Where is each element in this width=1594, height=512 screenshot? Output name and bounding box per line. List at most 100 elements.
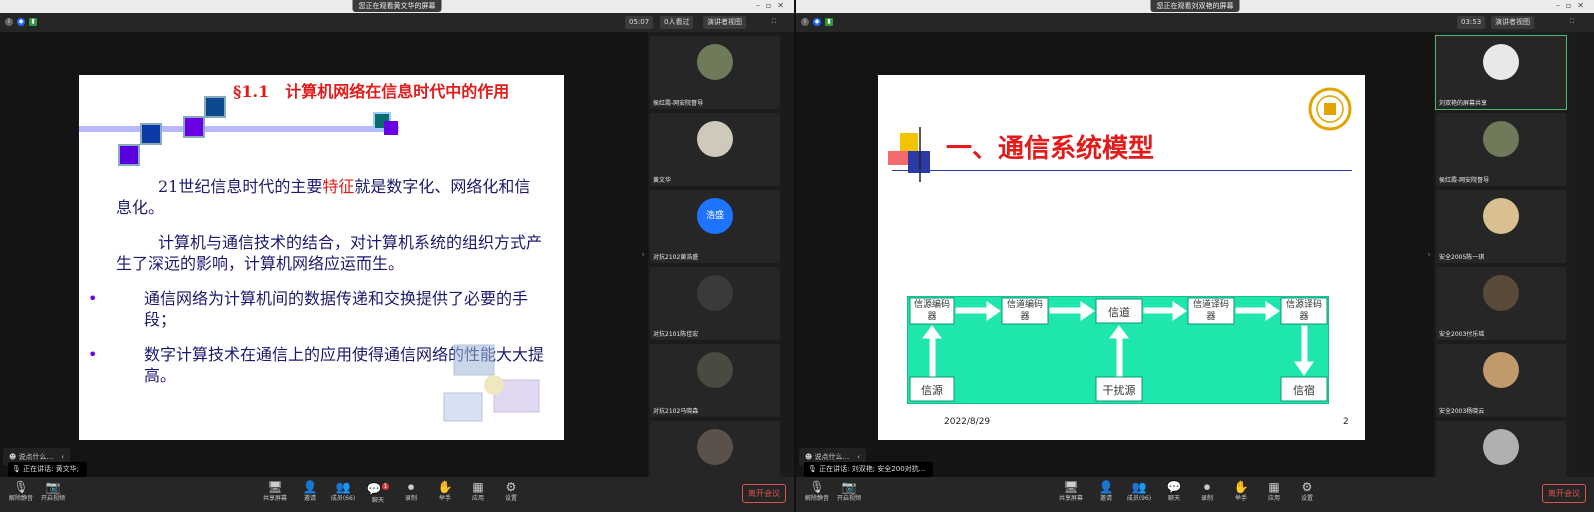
mic-button[interactable]: 🎙 解除静音: [804, 480, 830, 503]
shield-icon[interactable]: ◆: [813, 18, 821, 26]
raise-hand-button[interactable]: ✋ 举手: [1228, 480, 1254, 503]
members-button[interactable]: 👥 成员(96): [1126, 480, 1152, 503]
info-icon[interactable]: i: [801, 18, 809, 26]
participant-tile[interactable]: 安全2003杨晓云: [1436, 344, 1566, 417]
paragraph-1-highlight: 特征: [322, 177, 355, 196]
avatar: [1483, 352, 1519, 388]
gear-button[interactable]: ⚙ 设置: [498, 480, 524, 503]
collapse-icon[interactable]: ‹: [857, 453, 860, 461]
info-icon[interactable]: i: [5, 18, 13, 26]
mic-icon: 🎙: [809, 480, 825, 494]
box-destination: 信宿: [1293, 384, 1315, 397]
camera-icon: 📷: [45, 480, 61, 494]
toolbar-label: 成员(96): [1126, 495, 1152, 502]
participant-name: 黄文华: [653, 177, 672, 184]
toolbar-label: 录制: [404, 495, 417, 502]
collapse-icon[interactable]: ‹: [61, 453, 64, 461]
bottom-toolbar: 离开会议 🎙 解除静音 📷 开启视频 🖥 共享屏幕 👤 邀请 👥 成员(96) 💬 聊天 ⏺ 录制 ✋ 举手 ▦…: [796, 477, 1594, 512]
chat-icon: 💬 1: [366, 482, 390, 496]
shield-icon[interactable]: ◆: [17, 18, 25, 26]
camera-button[interactable]: 📷 开启视频: [40, 480, 66, 503]
paragraph-2: 计算机与通信技术的结合，对计算机系统的组织方式产生了深远的影响，计算机网络应运而…: [116, 233, 543, 273]
toolbar-label: 聊天: [1167, 495, 1180, 502]
box-channel-decoder: 信道译码器: [1193, 300, 1230, 322]
participant-tile[interactable]: 浩盛 对抗2102黄浩盛: [650, 190, 780, 263]
avatar-initials: 浩盛: [697, 198, 733, 234]
participant-tile[interactable]: 对抗2101陈佳宏: [650, 267, 780, 340]
slide-date: 2022/8/29: [944, 417, 991, 427]
meeting-timer: 03:53: [1457, 16, 1486, 29]
raise-hand-button[interactable]: ✋ 举手: [432, 480, 458, 503]
chevron-right-icon[interactable]: ›: [1427, 250, 1431, 260]
video-panel: 刘双艳的屏幕共享侯红霞-网安院督导 安全2005陈一琪 安全2003付乐瑶 安全200…: [1434, 32, 1570, 477]
participant-tile[interactable]: 黄文华: [650, 113, 780, 186]
expand-icon[interactable]: ⛶: [770, 18, 778, 26]
record-icon: ⏺: [407, 480, 414, 494]
raise-hand-icon: ✋: [437, 480, 453, 494]
toolbar-label: 邀请: [303, 495, 316, 502]
leave-meeting-button[interactable]: 离开会议: [1542, 484, 1586, 503]
mic-icon: 🎙: [12, 465, 24, 473]
share-screen-button[interactable]: 🖥 共享屏幕: [262, 480, 288, 503]
share-screen-icon: 🖥: [267, 480, 283, 494]
share-screen-icon: 🖥: [1063, 480, 1079, 494]
video-panel: 侯红霞-网安院督导黄文华浩盛 对抗2102黄浩盛对抗2101陈佳宏 对抗2102马晓…: [648, 32, 782, 477]
participant-tile[interactable]: 安全2005陈一琪: [1436, 190, 1566, 263]
toolbar-label: 成员(66): [330, 495, 356, 502]
avatar: [697, 121, 733, 157]
toolbar-label: 应用: [1267, 495, 1280, 502]
mic-button[interactable]: 🎙 解除静音: [8, 480, 34, 503]
signal-icon[interactable]: ▮: [29, 18, 37, 26]
view-mode-dropdown[interactable]: 演讲者视图: [1491, 16, 1534, 29]
record-button[interactable]: ⏺ 录制: [398, 480, 424, 503]
gear-icon: ⚙: [505, 480, 517, 494]
chat-icon: ☻: [805, 453, 815, 461]
participant-tile[interactable]: 侯红霞-网安院督导: [650, 36, 780, 109]
camera-icon: 📷: [841, 480, 857, 494]
shared-screen: 一、通信系统模型 信源编码器 信道编码器 信道 信道译码器 信源译码器 信源 干…: [796, 32, 1434, 477]
camera-button[interactable]: 📷 开启视频: [836, 480, 862, 503]
expand-icon[interactable]: ⛶: [1568, 18, 1576, 26]
decorative-squares-graphic: [888, 127, 930, 182]
invite-button[interactable]: 👤 邀请: [1093, 480, 1119, 503]
toolbar-label: 解除静音: [8, 495, 33, 502]
record-button[interactable]: ⏺ 录制: [1194, 480, 1220, 503]
computer-clipart: [443, 344, 540, 422]
avatar: [1483, 275, 1519, 311]
participant-name: 刘双艳的屏幕共享: [1439, 100, 1488, 107]
chat-button[interactable]: 💬 聊天: [1161, 480, 1187, 503]
view-mode-dropdown[interactable]: 演讲者视图: [703, 16, 746, 29]
participant-tile[interactable]: 对抗2102马晓森: [650, 344, 780, 417]
meeting-timer: 05:07: [625, 16, 654, 29]
heading-underline: [892, 170, 1352, 171]
share-screen-button[interactable]: 🖥 共享屏幕: [1058, 480, 1084, 503]
slide-page-number: 2: [1343, 417, 1349, 427]
participant-tile[interactable]: 刘双艳的屏幕共享: [1435, 35, 1567, 110]
title-bar: 您正在观看刘双艳的屏幕 –▫✕: [796, 0, 1594, 13]
signal-icon[interactable]: ▮: [825, 18, 833, 26]
window-controls[interactable]: –▫✕: [1556, 0, 1590, 12]
members-button[interactable]: 👥 成员(66): [330, 480, 356, 503]
viewers-count[interactable]: 0人看过: [660, 16, 694, 29]
mic-icon: 🎙: [808, 465, 820, 473]
invite-button[interactable]: 👤 邀请: [297, 480, 323, 503]
invite-icon: 👤: [302, 480, 318, 494]
chat-button[interactable]: 💬 1 聊天: [365, 480, 391, 505]
avatar: [697, 275, 733, 311]
participant-tile[interactable]: 安全2003付乐瑶: [1436, 267, 1566, 340]
participant-name: 对抗2101陈佳宏: [653, 331, 699, 338]
box-source-decoder: 信源译码器: [1286, 300, 1323, 322]
bullet-icon: •: [88, 289, 98, 308]
apps-button[interactable]: ▦ 应用: [1261, 480, 1287, 503]
avatar: [1483, 44, 1519, 80]
participant-tile[interactable]: 侯红霞-网安院督导: [1436, 113, 1566, 186]
participant-tile[interactable]: [650, 421, 780, 477]
participant-name: 对抗2102马晓森: [653, 408, 699, 415]
gear-button[interactable]: ⚙ 设置: [1294, 480, 1320, 503]
leave-meeting-button[interactable]: 离开会议: [742, 484, 786, 503]
slide: §1.1 计算机网络在信息时代中的作用 21世纪信息时代的主要特征就是数字化、网…: [79, 75, 564, 440]
participant-tile[interactable]: [1436, 421, 1566, 477]
chevron-right-icon[interactable]: ›: [641, 250, 645, 260]
apps-button[interactable]: ▦ 应用: [465, 480, 491, 503]
window-controls[interactable]: –▫✕: [756, 0, 790, 12]
